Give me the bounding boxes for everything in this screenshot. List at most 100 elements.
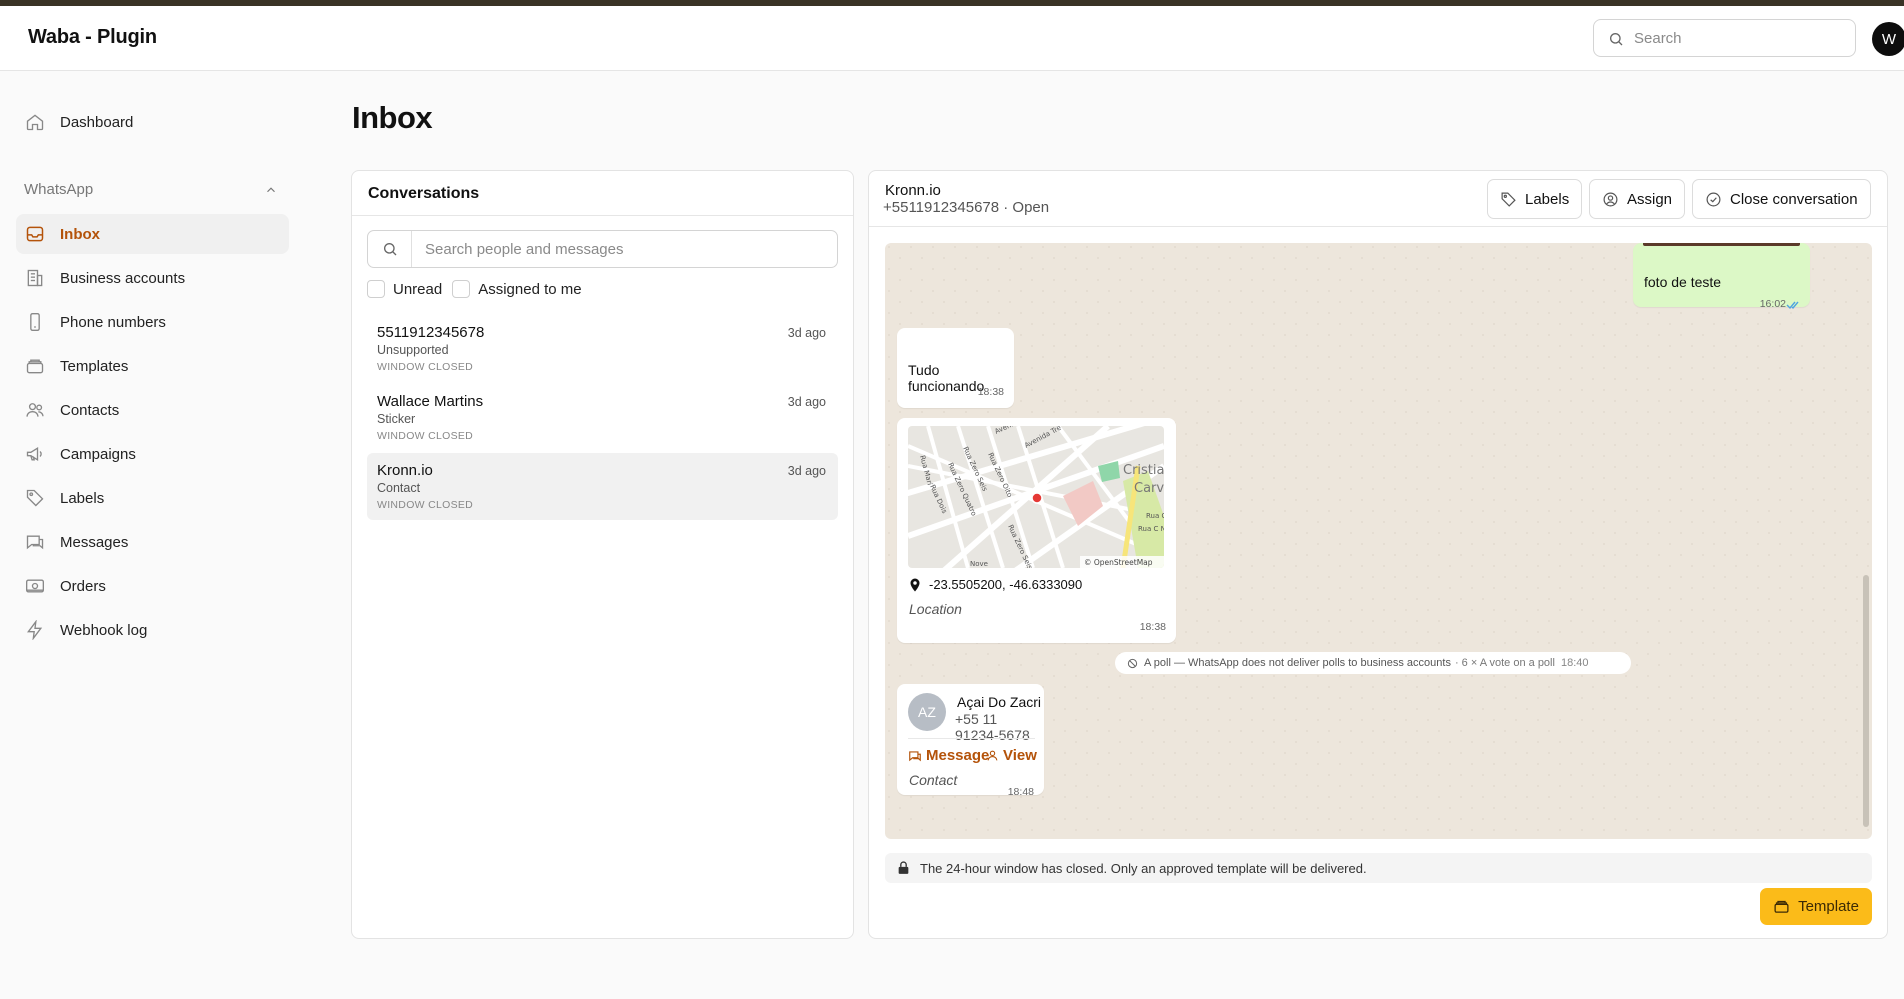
user-icon	[987, 750, 998, 761]
search-icon	[1610, 33, 1623, 46]
template-button[interactable]: Template	[1760, 888, 1872, 925]
sidebar-item-labels[interactable]: Labels	[16, 478, 289, 518]
conversation-name: Kronn.io	[377, 462, 433, 479]
orders-icon	[24, 575, 46, 597]
poll-notice-text: A poll — WhatsApp does not deliver polls…	[1144, 657, 1451, 669]
contact-avatar: AZ	[908, 693, 946, 731]
map-label: Rua C N	[1138, 525, 1164, 533]
map-attribution: © OpenStreetMap	[1084, 558, 1153, 567]
conversation-item-selected[interactable]: Kronn.io Contact WINDOW CLOSED 3d ago	[367, 453, 838, 520]
sidebar-item-inbox[interactable]: Inbox	[16, 214, 289, 254]
conversation-filters: Unread Assigned to me	[367, 280, 592, 298]
conversation-item[interactable]: Wallace Martins Sticker WINDOW CLOSED 3d…	[367, 384, 838, 451]
sidebar-item-dashboard[interactable]: Dashboard	[16, 102, 289, 142]
check-circle-icon	[1706, 192, 1721, 206]
close-conversation-label: Close conversation	[1730, 190, 1858, 208]
conversations-panel: Conversations Unread Assigned to me 5511…	[351, 170, 854, 939]
lock-icon	[898, 861, 909, 874]
layers-icon	[1774, 900, 1789, 913]
conversation-search[interactable]	[367, 230, 838, 268]
user-circle-icon	[1603, 192, 1618, 206]
sidebar-item-templates[interactable]: Templates	[16, 346, 289, 386]
filter-unread[interactable]: Unread	[367, 280, 442, 298]
image-strip	[1643, 243, 1800, 246]
bolt-icon	[24, 619, 46, 641]
incoming-text-message[interactable]: Tudo funcionando 18:38	[897, 328, 1014, 408]
user-avatar[interactable]: W	[1872, 22, 1904, 56]
layers-icon	[24, 355, 46, 377]
sidebar-item-label: Dashboard	[60, 113, 134, 131]
phone-icon	[24, 311, 46, 333]
inbox-icon	[24, 223, 46, 245]
sidebar-item-contacts[interactable]: Contacts	[16, 390, 289, 430]
unread-checkbox[interactable]	[367, 280, 385, 298]
sidebar-item-webhook-log[interactable]: Webhook log	[16, 610, 289, 650]
sidebar: Dashboard WhatsApp Inbox Business accoun…	[0, 72, 300, 999]
message-time: 16:02	[1759, 298, 1786, 310]
top-bar: Waba - Plugin W	[0, 6, 1904, 71]
users-icon	[24, 399, 46, 421]
conversation-name: Wallace Martins	[377, 393, 484, 410]
chat-contact-meta: +5511912345678 · Open	[883, 199, 1050, 216]
location-label: Location	[909, 601, 962, 617]
sidebar-item-business-accounts[interactable]: Business accounts	[16, 258, 289, 298]
location-message[interactable]: Rua Marí Rua Zero Seis Rua Zero Quatro R…	[897, 418, 1176, 643]
location-pin-icon	[910, 578, 920, 592]
close-conversation-button[interactable]: Close conversation	[1692, 179, 1871, 219]
scrollbar-thumb[interactable]	[1863, 575, 1869, 827]
conversation-item[interactable]: 5511912345678 Unsupported WINDOW CLOSED …	[367, 315, 838, 382]
contact-view-link[interactable]: View	[986, 747, 1037, 764]
sidebar-item-phone-numbers[interactable]: Phone numbers	[16, 302, 289, 342]
home-icon	[24, 111, 46, 133]
sidebar-item-label: Orders	[60, 577, 106, 595]
assign-button[interactable]: Assign	[1589, 179, 1686, 219]
map-pin	[1031, 492, 1043, 504]
filter-assigned[interactable]: Assigned to me	[452, 280, 582, 298]
double-check-icon	[1786, 301, 1799, 310]
sidebar-item-orders[interactable]: Orders	[16, 566, 289, 606]
location-map[interactable]: Rua Marí Rua Zero Seis Rua Zero Quatro R…	[908, 426, 1164, 568]
conversation-search-input[interactable]	[425, 240, 825, 258]
assigned-checkbox[interactable]	[452, 280, 471, 298]
template-button-label: Template	[1798, 898, 1859, 915]
global-search[interactable]	[1593, 19, 1856, 57]
divider	[908, 738, 1035, 739]
labels-button[interactable]: Labels	[1487, 179, 1583, 219]
megaphone-icon	[24, 443, 46, 465]
tag-icon	[24, 487, 46, 509]
window-closed-text: The 24-hour window has closed. Only an a…	[920, 860, 1367, 876]
location-coordinates: -23.5505200, -46.6333090	[929, 577, 1083, 592]
poll-notice-time: 18:40	[1560, 657, 1589, 669]
sidebar-item-label: Labels	[60, 489, 105, 507]
message-time: 18:38	[977, 386, 1004, 398]
divider	[352, 215, 853, 216]
ban-icon	[1127, 658, 1138, 668]
sidebar-item-label: Templates	[60, 357, 129, 375]
map-label: Rua C	[1146, 512, 1164, 520]
message-time: 18:38	[1139, 621, 1166, 633]
sidebar-item-label: Business accounts	[60, 269, 186, 287]
outgoing-image-message[interactable]: foto de teste 16:02	[1633, 243, 1810, 310]
search-icon	[368, 231, 412, 267]
conversation-preview: Unsupported	[377, 343, 449, 357]
conversation-status: WINDOW CLOSED	[377, 361, 474, 373]
chat-panel: Kronn.io +5511912345678 · Open Labels As…	[868, 170, 1888, 939]
contact-message-link[interactable]: Message	[908, 747, 989, 764]
sidebar-item-messages[interactable]: Messages	[16, 522, 289, 562]
sidebar-group-label[interactable]: WhatsApp	[24, 181, 93, 198]
chevron-up-icon[interactable]	[264, 183, 278, 197]
map-image: Rua Marí Rua Zero Seis Rua Zero Quatro R…	[908, 426, 1164, 568]
poll-notice-detail: · 6 × A vote on a poll	[1454, 657, 1555, 669]
message-caption: foto de teste	[1644, 274, 1722, 290]
conversation-time: 3d ago	[787, 326, 826, 340]
poll-notice: A poll — WhatsApp does not deliver polls…	[1115, 652, 1631, 674]
global-search-input[interactable]	[1634, 28, 1844, 48]
message-time: 18:48	[1007, 786, 1034, 798]
conversation-time: 3d ago	[787, 395, 826, 409]
filter-assigned-label: Assigned to me	[478, 280, 582, 298]
conversation-preview: Contact	[377, 481, 421, 495]
contact-card-message[interactable]: AZ Açai Do Zacri +55 11 91234-5678 Messa…	[897, 684, 1044, 798]
sidebar-item-campaigns[interactable]: Campaigns	[16, 434, 289, 474]
message-thread[interactable]: foto de teste 16:02 Tudo funcionando 18:…	[885, 243, 1872, 839]
conversation-name: 5511912345678	[377, 324, 485, 341]
